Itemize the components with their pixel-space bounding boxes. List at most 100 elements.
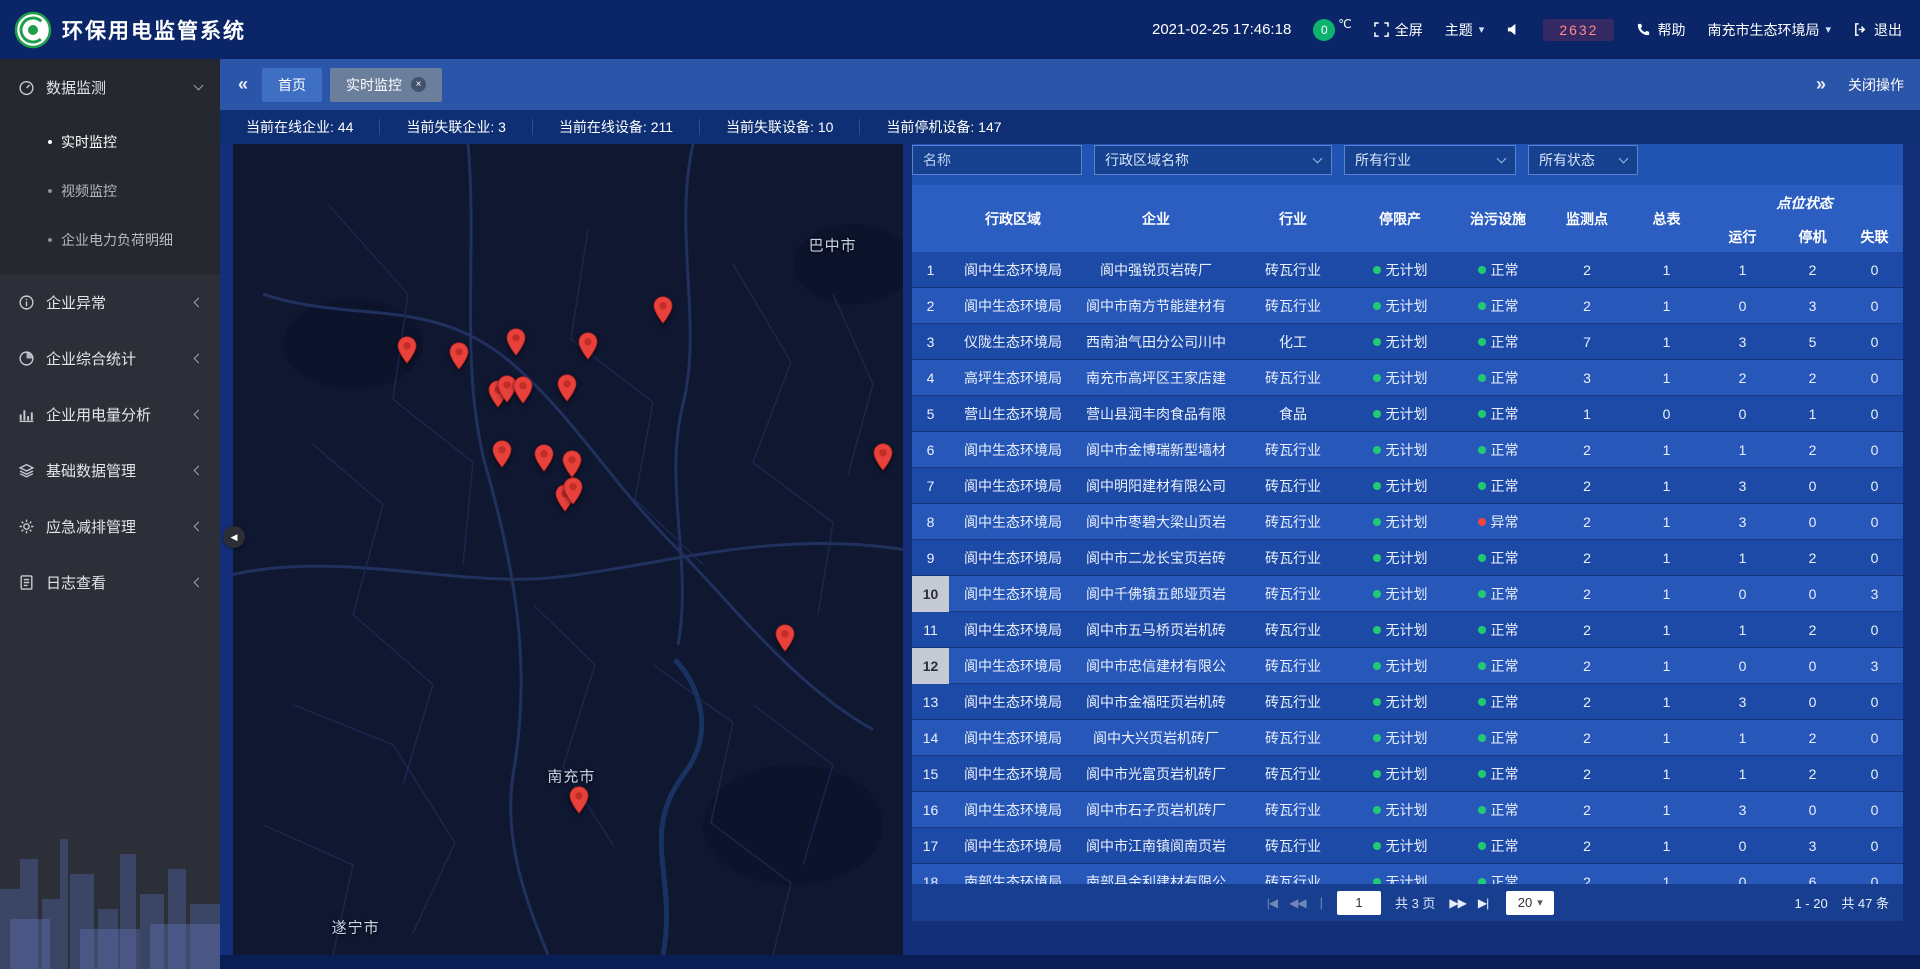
theme-menu[interactable]: 主题 ▾ <box>1445 20 1485 40</box>
cell-index: 10 <box>912 576 949 612</box>
alarm-count-badge[interactable]: 2632 <box>1543 19 1614 41</box>
map-canvas[interactable]: 巴中市南充市遂宁市 <box>233 144 903 955</box>
cell-index: 4 <box>912 360 949 396</box>
table-row[interactable]: 9阆中生态环境局阆中市二龙长宝页岩砖砖瓦行业无计划正常21120 <box>912 540 1903 576</box>
table-row[interactable]: 16阆中生态环境局阆中市石子页岩机砖厂砖瓦行业无计划正常21300 <box>912 792 1903 828</box>
table-row[interactable]: 8阆中生态环境局阆中市枣碧大梁山页岩砖瓦行业无计划异常21300 <box>912 504 1903 540</box>
table-row[interactable]: 13阆中生态环境局阆中市金福旺页岩机砖砖瓦行业无计划正常21300 <box>912 684 1903 720</box>
status-dot-green <box>1478 302 1486 310</box>
sidebar-subitem-0-1[interactable]: 视频监控 <box>0 166 220 215</box>
sidebar-item-0[interactable]: 数据监测 <box>0 59 220 115</box>
cell-index: 2 <box>912 288 949 324</box>
sidebar: 数据监测实时监控视频监控企业电力负荷明细企业异常企业综合统计企业用电量分析基础数… <box>0 59 220 969</box>
help-button[interactable]: 帮助 <box>1636 20 1685 40</box>
org-menu[interactable]: 南充市生态环境局 ▾ <box>1707 20 1831 40</box>
cell-index: 13 <box>912 684 949 720</box>
cell-running: 0 <box>1706 828 1779 864</box>
cell-industry: 砖瓦行业 <box>1235 792 1351 828</box>
sidebar-item-2[interactable]: 企业综合统计 <box>0 330 220 386</box>
status-dot-green <box>1373 446 1381 454</box>
region-select[interactable]: 行政区域名称 <box>1094 145 1332 175</box>
cell-index: 1 <box>912 252 949 288</box>
cell-total-meter: 1 <box>1627 288 1706 324</box>
page-number-input[interactable] <box>1337 891 1381 915</box>
cell-total-meter: 1 <box>1627 252 1706 288</box>
industry-select[interactable]: 所有行业 <box>1344 145 1516 175</box>
cell-monitor-points: 2 <box>1547 612 1627 648</box>
cell-limit-production: 无计划 <box>1351 324 1449 360</box>
tab-1[interactable]: 实时监控× <box>330 68 442 102</box>
table-row[interactable]: 3仪陇生态环境局西南油气田分公司川中化工无计划正常71350 <box>912 324 1903 360</box>
cell-region: 高坪生态环境局 <box>949 360 1077 396</box>
gauge-icon <box>18 79 35 96</box>
page-size-select[interactable]: 20 ▾ <box>1506 891 1554 915</box>
tab-bar: « 首页实时监控× » 关闭操作 <box>220 59 1920 110</box>
chevron-left-icon <box>194 297 204 307</box>
status-dot-red <box>1478 518 1486 526</box>
table-row[interactable]: 14阆中生态环境局阆中大兴页岩机砖厂砖瓦行业无计划正常21120 <box>912 720 1903 756</box>
cell-running: 1 <box>1706 756 1779 792</box>
status-select[interactable]: 所有状态 <box>1528 145 1638 175</box>
tabs-scroll-left-button[interactable]: « <box>228 74 258 95</box>
cell-limit-production: 无计划 <box>1351 396 1449 432</box>
cell-limit-production: 无计划 <box>1351 828 1449 864</box>
table-row[interactable]: 11阆中生态环境局阆中市五马桥页岩机砖砖瓦行业无计划正常21120 <box>912 612 1903 648</box>
name-search-input[interactable] <box>912 145 1082 175</box>
announcement-icon[interactable] <box>1506 22 1521 37</box>
brand: 环保用电监管系统 <box>14 11 246 49</box>
cell-stopped: 2 <box>1779 360 1846 396</box>
sidebar-subitem-0-0[interactable]: 实时监控 <box>0 117 220 166</box>
cell-running: 1 <box>1706 252 1779 288</box>
tabs-scroll-right-button[interactable]: » <box>1806 74 1836 95</box>
fullscreen-button[interactable]: 全屏 <box>1374 20 1423 40</box>
logout-button[interactable]: 退出 <box>1853 20 1902 40</box>
sidebar-item-3[interactable]: 企业用电量分析 <box>0 386 220 442</box>
cell-monitor-points: 2 <box>1547 432 1627 468</box>
sidebar-subitem-0-2[interactable]: 企业电力负荷明细 <box>0 215 220 264</box>
prev-page-button[interactable]: ◀◀ <box>1289 896 1305 910</box>
status-dot-green <box>1373 734 1381 742</box>
stat-item-3: 当前失联设备: 10 <box>700 119 860 135</box>
app-header: 环保用电监管系统 2021-02-25 17:46:18 0 ℃ 全屏 主题 ▾… <box>0 0 1920 59</box>
map-panel[interactable]: 巴中市南充市遂宁市 ◀ <box>233 144 903 955</box>
cell-industry: 砖瓦行业 <box>1235 252 1351 288</box>
cell-pollution-facility: 正常 <box>1449 792 1547 828</box>
bullet-icon <box>48 189 52 193</box>
cell-pollution-facility: 正常 <box>1449 540 1547 576</box>
cell-company: 阆中市南方节能建材有 <box>1077 288 1235 324</box>
close-icon[interactable]: × <box>411 77 426 92</box>
tab-0[interactable]: 首页 <box>262 68 322 102</box>
cell-monitor-points: 7 <box>1547 324 1627 360</box>
table-row[interactable]: 15阆中生态环境局阆中市光富页岩机砖厂砖瓦行业无计划正常21120 <box>912 756 1903 792</box>
cell-industry: 砖瓦行业 <box>1235 432 1351 468</box>
collapse-panel-button[interactable]: ◀ <box>223 526 245 548</box>
table-row[interactable]: 10阆中生态环境局阆中千佛镇五郎垭页岩砖瓦行业无计划正常21003 <box>912 576 1903 612</box>
cell-monitor-points: 2 <box>1547 756 1627 792</box>
table-row[interactable]: 2阆中生态环境局阆中市南方节能建材有砖瓦行业无计划正常21030 <box>912 288 1903 324</box>
table-row[interactable]: 1阆中生态环境局阆中强锐页岩砖厂砖瓦行业无计划正常21120 <box>912 252 1903 288</box>
sidebar-item-6[interactable]: 日志查看 <box>0 554 220 610</box>
first-page-button[interactable]: |◀ <box>1267 896 1277 910</box>
table-row[interactable]: 12阆中生态环境局阆中市忠信建材有限公砖瓦行业无计划正常21003 <box>912 648 1903 684</box>
last-page-button[interactable]: ▶| <box>1478 896 1488 910</box>
table-row[interactable]: 17阆中生态环境局阆中市江南镇阆南页岩砖瓦行业无计划正常21030 <box>912 828 1903 864</box>
cell-running: 1 <box>1706 540 1779 576</box>
close-operations-button[interactable]: 关闭操作 <box>1848 75 1904 95</box>
sidebar-item-1[interactable]: 企业异常 <box>0 274 220 330</box>
table-row[interactable]: 18南部生态环境局南部县金利建材有限公砖瓦行业无计划正常21060 <box>912 864 1903 884</box>
sidebar-item-4[interactable]: 基础数据管理 <box>0 442 220 498</box>
table-row[interactable]: 6阆中生态环境局阆中市金博瑞新型墙材砖瓦行业无计划正常21120 <box>912 432 1903 468</box>
cell-industry: 砖瓦行业 <box>1235 828 1351 864</box>
app-logo <box>14 11 52 49</box>
cell-industry: 砖瓦行业 <box>1235 504 1351 540</box>
table-row[interactable]: 5营山生态环境局营山县润丰肉食品有限食品无计划正常10010 <box>912 396 1903 432</box>
map-city-label-0: 巴中市 <box>809 235 857 256</box>
table-row[interactable]: 7阆中生态环境局阆中明阳建材有限公司砖瓦行业无计划正常21300 <box>912 468 1903 504</box>
cell-region: 阆中生态环境局 <box>949 252 1077 288</box>
table-row[interactable]: 4高坪生态环境局南充市高坪区王家店建砖瓦行业无计划正常31220 <box>912 360 1903 396</box>
cell-industry: 砖瓦行业 <box>1235 612 1351 648</box>
next-page-button[interactable]: ▶▶ <box>1449 896 1465 910</box>
cell-running: 0 <box>1706 864 1779 884</box>
sidebar-item-5[interactable]: 应急减排管理 <box>0 498 220 554</box>
cell-index: 17 <box>912 828 949 864</box>
